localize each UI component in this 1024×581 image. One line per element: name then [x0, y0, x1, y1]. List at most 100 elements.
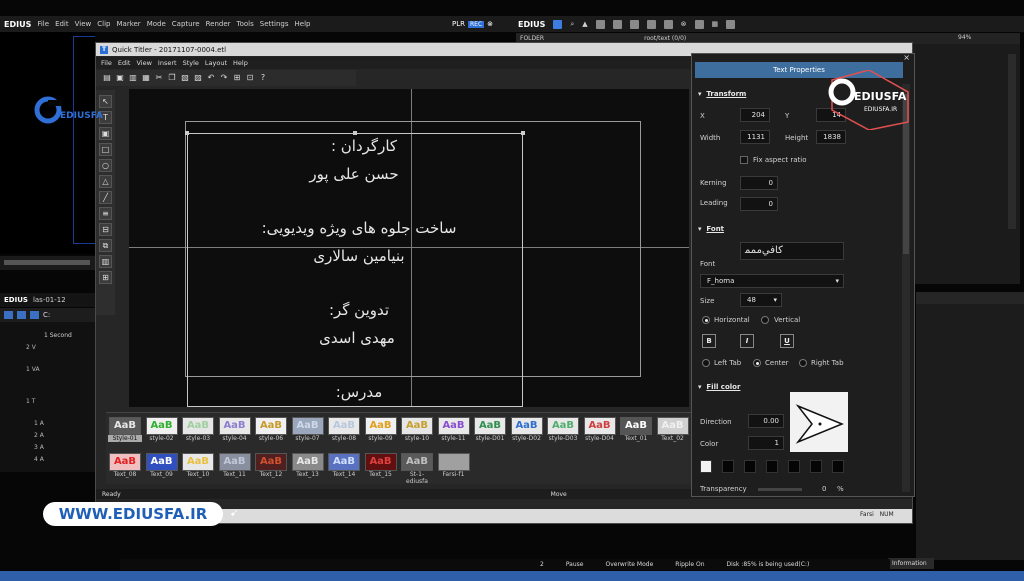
style-tile[interactable]: Farsi-f1	[437, 453, 471, 478]
props-scrollbar[interactable]	[902, 84, 910, 492]
color-swatch[interactable]	[810, 460, 822, 473]
copy-icon[interactable]	[612, 19, 622, 29]
track-2a[interactable]: 2 A	[0, 432, 95, 439]
upload-icon[interactable]: ▲	[582, 20, 587, 28]
track-1a[interactable]: 1 A	[0, 420, 95, 427]
style-tile[interactable]: AaB Text_09	[145, 453, 179, 478]
track-4a[interactable]: 4 A	[0, 456, 95, 463]
group-icon[interactable]	[30, 311, 39, 319]
resize-handle[interactable]	[353, 131, 357, 135]
font-dropdown[interactable]: F_homa ▾	[700, 274, 844, 288]
menu-file[interactable]: File	[37, 20, 49, 28]
ellipse-tool-icon[interactable]: ○	[99, 159, 112, 172]
safe-area-icon[interactable]: ⊞	[232, 73, 242, 83]
menu-tools[interactable]: Tools	[237, 20, 254, 28]
titler-menu-help[interactable]: Help	[233, 59, 248, 67]
color-count-field[interactable]: 1	[748, 436, 784, 450]
search-icon[interactable]: ⌕	[570, 20, 574, 29]
style-tile[interactable]: AaB Text_10	[181, 453, 215, 478]
resize-handle[interactable]	[185, 131, 189, 135]
line-tool-icon[interactable]: ╱	[99, 191, 112, 204]
style-tile[interactable]: AaB style-04	[218, 417, 252, 442]
save-icon[interactable]: ▥	[128, 73, 138, 83]
horizontal-radio[interactable]	[702, 316, 710, 324]
titler-menu-layout[interactable]: Layout	[205, 59, 227, 67]
center-radio[interactable]	[753, 359, 761, 367]
text-line-1[interactable]: کارگردان :	[304, 137, 424, 155]
cut-icon[interactable]	[646, 19, 656, 29]
marker-icon[interactable]: C:	[43, 311, 50, 319]
track-3a[interactable]: 3 A	[0, 444, 95, 451]
menu-settings[interactable]: Settings	[260, 20, 289, 28]
text-line-3[interactable]: ساخت جلوه های ویژه ویدیویی:	[249, 219, 469, 237]
style-tile[interactable]: AaB style-11	[437, 417, 471, 442]
track-1va[interactable]: 1 VA	[0, 366, 95, 373]
direction-dial[interactable]	[790, 392, 848, 452]
titler-menu-style[interactable]: Style	[183, 59, 199, 67]
new-icon[interactable]: ▤	[102, 73, 112, 83]
track-2v[interactable]: 2 V	[0, 344, 95, 351]
list-view-icon[interactable]	[694, 19, 704, 29]
track-1t[interactable]: 1 T	[0, 398, 95, 405]
resize-handle[interactable]	[521, 131, 525, 135]
style-tile[interactable]: AaB style-D01	[473, 417, 507, 442]
titler-menu-insert[interactable]: Insert	[158, 59, 177, 67]
style-tile[interactable]: AaB style-03	[181, 417, 215, 442]
help-icon[interactable]: ?	[258, 73, 268, 83]
leading-field[interactable]: 0	[740, 197, 778, 211]
style-tile[interactable]: AaB style-06	[254, 417, 288, 442]
size-dropdown[interactable]: 48 ▾	[740, 293, 782, 307]
x-field[interactable]: 204	[740, 108, 770, 122]
save-as-icon[interactable]: ▦	[141, 73, 151, 83]
style-tile[interactable]: AaB style-07	[291, 417, 325, 442]
timeline-zoom[interactable]: 1 Second	[44, 332, 72, 339]
menu-render[interactable]: Render	[206, 20, 231, 28]
transparency-slider[interactable]	[758, 488, 802, 491]
properties-icon[interactable]	[663, 19, 673, 29]
background-tool-icon[interactable]: ▥	[99, 255, 112, 268]
left-tab-radio[interactable]	[702, 359, 710, 367]
kerning-field[interactable]: 0	[740, 176, 778, 190]
width-field[interactable]: 1131	[740, 130, 770, 144]
color-swatch[interactable]	[832, 460, 844, 473]
briefcase-icon[interactable]	[726, 19, 736, 29]
fill-color-section[interactable]: ▾ Fill color	[698, 383, 740, 391]
text-line-7[interactable]: مدرس:	[309, 383, 409, 401]
align-tool-icon[interactable]: ≡	[99, 207, 112, 220]
italic-button[interactable]: I	[740, 334, 754, 348]
folder-icon[interactable]	[553, 19, 563, 29]
style-tile[interactable]: AaB Text_02	[656, 417, 690, 442]
menu-help[interactable]: Help	[295, 20, 311, 28]
title-canvas[interactable]: کارگردان : حسن علی پور ساخت جلوه های ویژ…	[129, 89, 689, 407]
style-tile[interactable]: AaB style-09	[364, 417, 398, 442]
style-tile[interactable]: AaB style-D04	[583, 417, 617, 442]
titler-menu-view[interactable]: View	[136, 59, 151, 67]
rect-tool-icon[interactable]: □	[99, 143, 112, 156]
close-icon[interactable]: ⊗	[487, 20, 493, 28]
text-line-4[interactable]: بنیامین سالاری	[289, 247, 429, 265]
panel-close-icon[interactable]: ×	[903, 53, 910, 62]
redo-icon[interactable]: ↷	[219, 73, 229, 83]
color-swatch[interactable]	[788, 460, 800, 473]
style-tile[interactable]: AaB style-08	[327, 417, 361, 442]
grid-icon[interactable]: ⊡	[245, 73, 255, 83]
text-line-5[interactable]: تدوین گر:	[299, 301, 419, 319]
color-swatch[interactable]	[722, 460, 734, 473]
color-swatch[interactable]	[700, 460, 712, 473]
information-tab[interactable]: Information	[888, 558, 934, 569]
paste-tool-icon[interactable]: ▧	[180, 73, 190, 83]
snap-icon[interactable]	[4, 311, 13, 319]
open-icon[interactable]: ▣	[115, 73, 125, 83]
menu-mode[interactable]: Mode	[147, 20, 166, 28]
bin-scrollbar[interactable]	[1008, 54, 1016, 229]
fix-aspect-checkbox[interactable]	[740, 156, 748, 164]
style-tile[interactable]: AaB style-D02	[510, 417, 544, 442]
menu-capture[interactable]: Capture	[172, 20, 200, 28]
sequence-name[interactable]: las-01-12	[33, 296, 66, 304]
menu-clip[interactable]: Clip	[97, 20, 110, 28]
layout-tool-icon[interactable]: ⊞	[99, 271, 112, 284]
style-tile[interactable]: AaB Style-01	[108, 417, 142, 442]
titler-menu-edit[interactable]: Edit	[118, 59, 131, 67]
height-field[interactable]: 1838	[816, 130, 846, 144]
style-tile[interactable]: AaB style-02	[145, 417, 179, 442]
